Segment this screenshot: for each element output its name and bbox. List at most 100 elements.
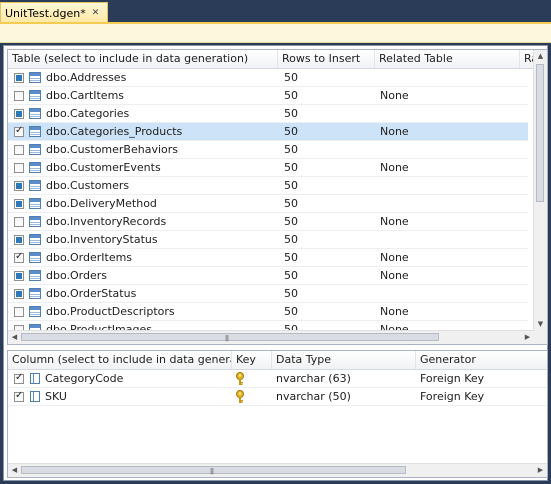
scroll-left-arrow-icon[interactable]: ◀ xyxy=(8,331,21,344)
table-name: dbo.Customers xyxy=(46,179,130,192)
columns-grid: Column (select to include in data genera… xyxy=(7,350,548,478)
rows-to-insert-value[interactable]: 50 xyxy=(284,123,298,141)
table-icon xyxy=(29,144,41,155)
rows-to-insert-value[interactable]: 50 xyxy=(284,213,298,231)
table-name: dbo.CustomerEvents xyxy=(46,161,161,174)
table-row[interactable]: dbo.Categories_Products 50 None xyxy=(8,123,528,141)
column-row[interactable]: CategoryCode nvarchar (63) Foreign Key xyxy=(8,370,547,388)
column-icon xyxy=(30,391,40,402)
rows-to-insert-value[interactable]: 50 xyxy=(284,177,298,195)
table-row[interactable]: dbo.Customers 50 xyxy=(8,177,528,195)
include-table-checkbox[interactable] xyxy=(14,73,24,83)
table-row[interactable]: dbo.Orders 50 None xyxy=(8,267,528,285)
horizontal-scroll-thumb[interactable]: ||| xyxy=(21,333,439,342)
include-table-checkbox[interactable] xyxy=(14,125,24,137)
include-table-checkbox[interactable] xyxy=(14,289,24,299)
scroll-down-arrow-icon[interactable]: ▼ xyxy=(534,318,547,331)
table-name: dbo.Categories_Products xyxy=(46,125,183,138)
rows-to-insert-value[interactable]: 50 xyxy=(284,195,298,213)
tables-vertical-scrollbar[interactable]: ▲ ▼ xyxy=(533,50,547,331)
key-icon xyxy=(234,372,246,386)
rows-to-insert-value[interactable]: 50 xyxy=(284,231,298,249)
table-name: dbo.InventoryRecords xyxy=(46,215,167,228)
rows-to-insert-value[interactable]: 50 xyxy=(284,141,298,159)
include-table-checkbox[interactable] xyxy=(14,307,24,317)
header-column[interactable]: Column (select to include in data genera… xyxy=(8,351,232,369)
related-table-value[interactable]: None xyxy=(380,87,409,105)
include-table-checkbox[interactable] xyxy=(14,217,24,227)
include-column-checkbox[interactable] xyxy=(14,372,24,384)
table-row[interactable]: dbo.InventoryStatus 50 xyxy=(8,231,528,249)
columns-horizontal-scrollbar[interactable]: ◀ ||| ▶ xyxy=(8,463,547,477)
include-table-checkbox[interactable] xyxy=(14,181,24,191)
include-table-checkbox[interactable] xyxy=(14,163,24,173)
header-key[interactable]: Key xyxy=(232,351,272,369)
rows-to-insert-value[interactable]: 50 xyxy=(284,249,298,267)
table-icon xyxy=(29,162,41,173)
generator-value[interactable]: Foreign Key xyxy=(420,388,484,406)
header-rows-to-insert[interactable]: Rows to Insert xyxy=(278,50,375,68)
include-column-checkbox[interactable] xyxy=(14,390,24,402)
include-table-checkbox[interactable] xyxy=(14,235,24,245)
tables-grid-header: Table (select to include in data generat… xyxy=(8,50,547,69)
table-icon xyxy=(29,234,41,245)
tables-horizontal-scrollbar[interactable]: ◀ ||| ▶ xyxy=(8,330,534,344)
include-table-checkbox[interactable] xyxy=(14,91,24,101)
related-table-value[interactable]: None xyxy=(380,213,409,231)
table-row[interactable]: dbo.InventoryRecords 50 None xyxy=(8,213,528,231)
scroll-grip: ||| xyxy=(210,468,214,475)
table-row[interactable]: dbo.CustomerEvents 50 None xyxy=(8,159,528,177)
rows-to-insert-value[interactable]: 50 xyxy=(284,285,298,303)
scroll-right-arrow-icon[interactable]: ▶ xyxy=(521,331,534,344)
scroll-grip: ||| xyxy=(225,335,229,342)
rows-to-insert-value[interactable]: 50 xyxy=(284,69,298,87)
include-table-checkbox[interactable] xyxy=(14,199,24,209)
header-related-table[interactable]: Related Table xyxy=(375,50,520,68)
tab-strip-bar xyxy=(0,22,551,43)
table-name: dbo.Categories xyxy=(46,107,130,120)
column-name: SKU xyxy=(45,390,67,403)
table-row[interactable]: dbo.Addresses 50 xyxy=(8,69,528,87)
table-row[interactable]: dbo.Categories 50 xyxy=(8,105,528,123)
include-table-checkbox[interactable] xyxy=(14,145,24,155)
table-icon xyxy=(29,72,41,83)
table-icon xyxy=(29,126,41,137)
include-table-checkbox[interactable] xyxy=(14,109,24,119)
rows-to-insert-value[interactable]: 50 xyxy=(284,303,298,321)
designer-frame: Table (select to include in data generat… xyxy=(3,45,548,481)
table-icon xyxy=(29,288,41,299)
table-icon xyxy=(29,252,41,263)
horizontal-scroll-thumb[interactable]: ||| xyxy=(21,466,406,475)
generator-value[interactable]: Foreign Key xyxy=(420,370,484,388)
table-row[interactable]: dbo.DeliveryMethod 50 xyxy=(8,195,528,213)
table-row[interactable]: dbo.CartItems 50 None xyxy=(8,87,528,105)
header-table[interactable]: Table (select to include in data generat… xyxy=(8,50,278,68)
related-table-value[interactable]: None xyxy=(380,267,409,285)
rows-to-insert-value[interactable]: 50 xyxy=(284,87,298,105)
table-row[interactable]: dbo.CustomerBehaviors 50 xyxy=(8,141,528,159)
column-row[interactable]: SKU nvarchar (50) Foreign Key xyxy=(8,388,547,406)
table-row[interactable]: dbo.ProductDescriptors 50 None xyxy=(8,303,528,321)
key-icon xyxy=(234,390,246,404)
document-tab[interactable]: UnitTest.dgen* ✕ xyxy=(0,2,109,23)
include-table-checkbox[interactable] xyxy=(14,271,24,281)
close-icon[interactable]: ✕ xyxy=(92,8,100,18)
rows-to-insert-value[interactable]: 50 xyxy=(284,105,298,123)
header-generator[interactable]: Generator xyxy=(416,351,547,369)
related-table-value[interactable]: None xyxy=(380,249,409,267)
related-table-value[interactable]: None xyxy=(380,303,409,321)
scroll-right-arrow-icon[interactable]: ▶ xyxy=(534,464,547,477)
related-table-value[interactable]: None xyxy=(380,123,409,141)
rows-to-insert-value[interactable]: 50 xyxy=(284,159,298,177)
table-row[interactable]: dbo.OrderStatus 50 xyxy=(8,285,528,303)
related-table-value[interactable]: None xyxy=(380,159,409,177)
scroll-left-arrow-icon[interactable]: ◀ xyxy=(8,464,21,477)
columns-grid-header: Column (select to include in data genera… xyxy=(8,351,547,370)
rows-to-insert-value[interactable]: 50 xyxy=(284,267,298,285)
table-row[interactable]: dbo.OrderItems 50 None xyxy=(8,249,528,267)
include-table-checkbox[interactable] xyxy=(14,251,24,263)
table-name: dbo.Orders xyxy=(46,269,107,282)
vertical-scroll-thumb[interactable] xyxy=(536,64,544,202)
header-data-type[interactable]: Data Type xyxy=(272,351,416,369)
scroll-up-arrow-icon[interactable]: ▲ xyxy=(534,50,547,63)
